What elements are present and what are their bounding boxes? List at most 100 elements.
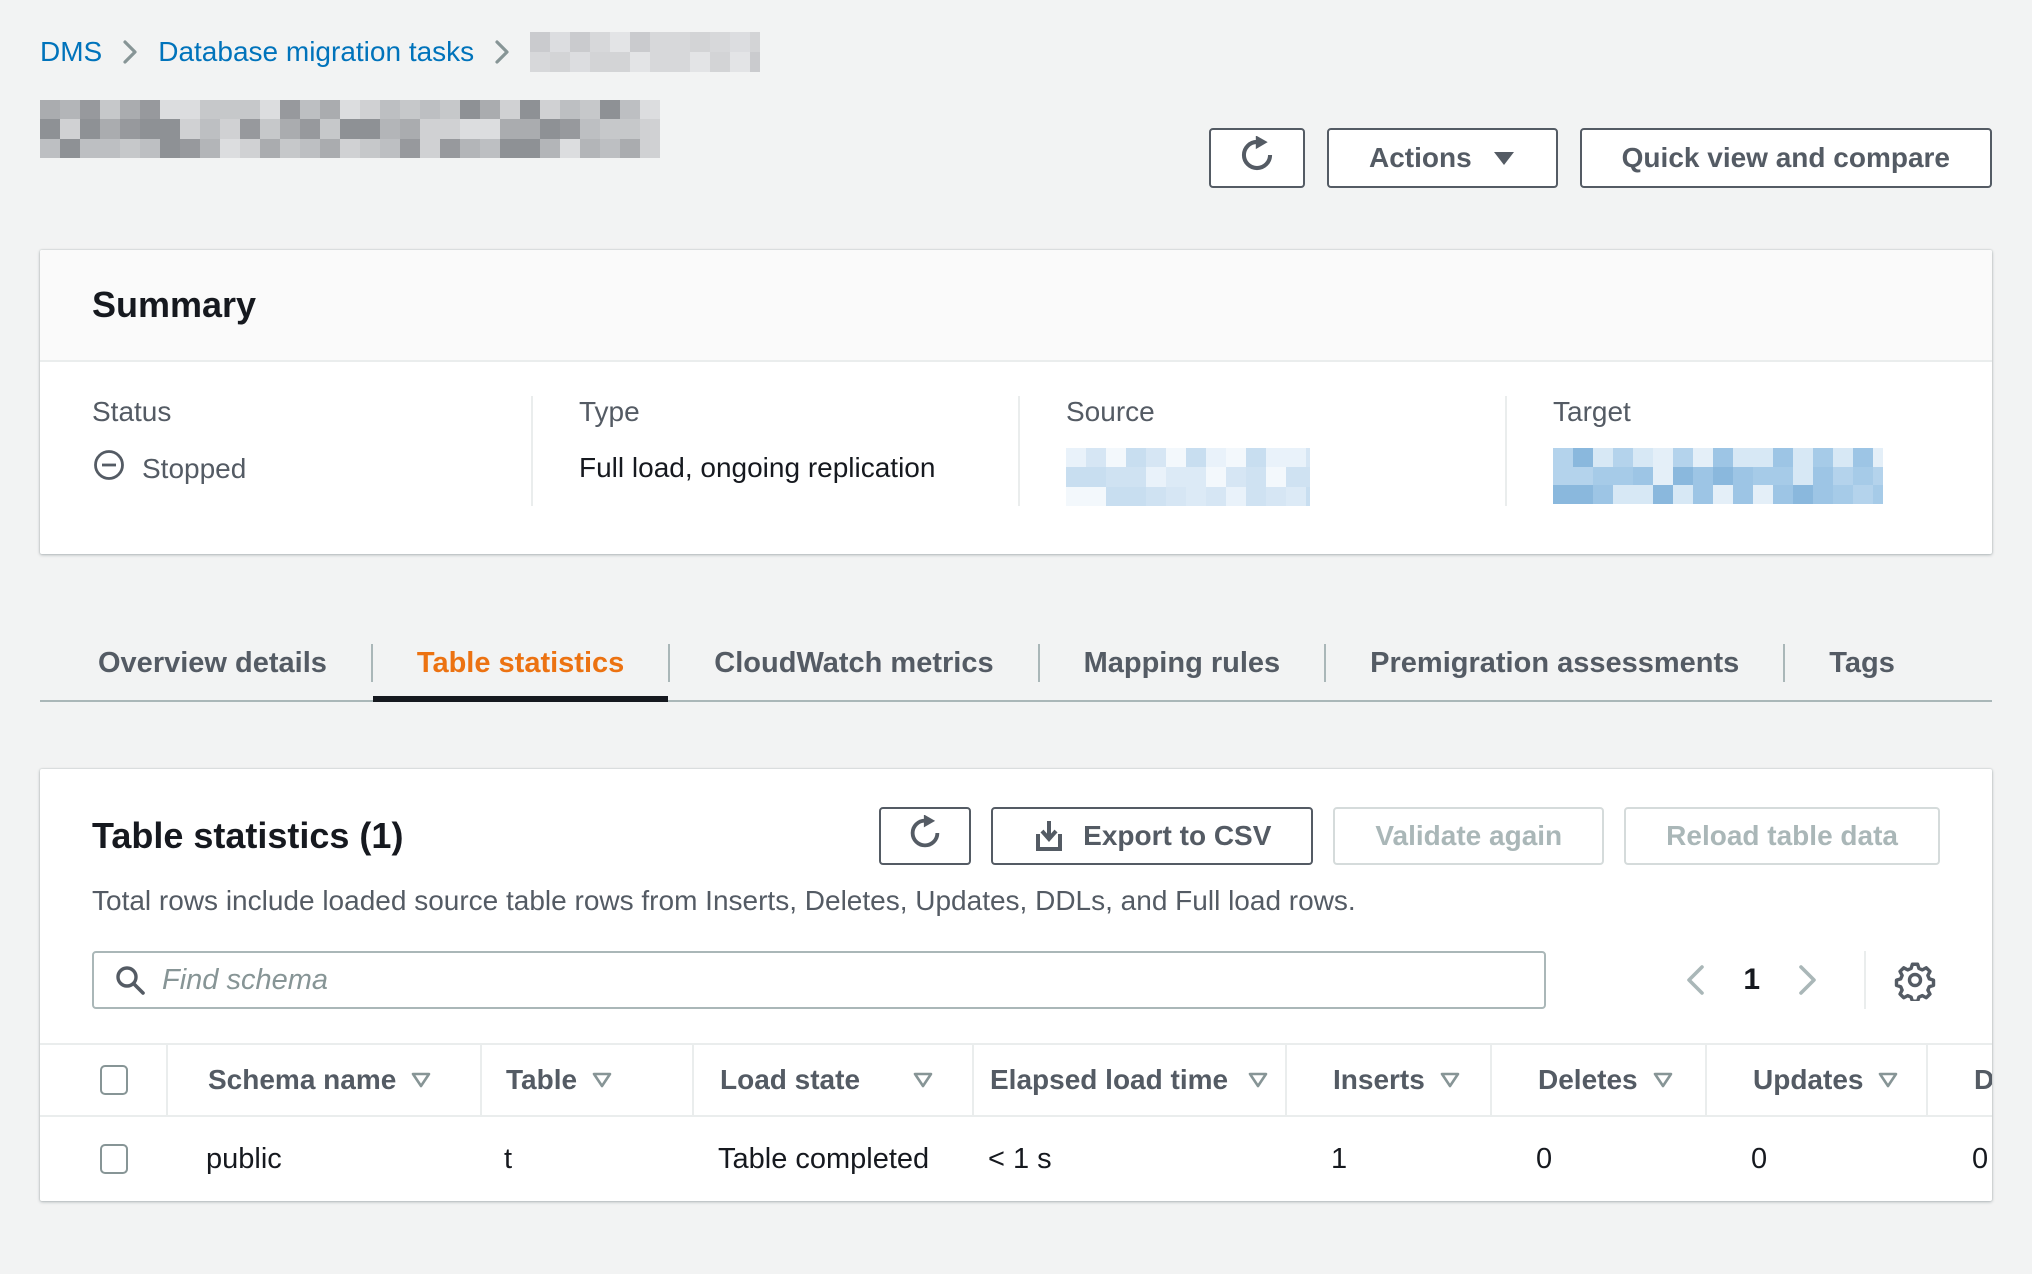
summary-panel-header: Summary — [40, 250, 1992, 362]
cell-deletes: 0 — [1490, 1117, 1705, 1201]
cell-updates: 0 — [1705, 1117, 1926, 1201]
cell-schema-name: public — [166, 1117, 480, 1201]
sort-icon — [1877, 1071, 1899, 1089]
cell-table: t — [480, 1117, 692, 1201]
actions-button[interactable]: Actions — [1327, 128, 1558, 188]
summary-source-column: Source — [1018, 396, 1505, 506]
summary-body: Status Stopped Type Full load, ongoing r… — [40, 362, 1992, 554]
page-header: Actions Quick view and compare — [40, 100, 1992, 188]
breadcrumb-task-name-redacted — [530, 32, 760, 72]
type-label: Type — [579, 396, 1018, 428]
tab-tags[interactable]: Tags — [1785, 626, 1939, 700]
select-all-checkbox[interactable] — [100, 1065, 128, 1095]
cell-inserts: 1 — [1285, 1117, 1490, 1201]
tab-cloudwatch-metrics[interactable]: CloudWatch metrics — [670, 626, 1037, 700]
actions-button-label: Actions — [1369, 142, 1472, 174]
tab-table-statistics[interactable]: Table statistics — [373, 626, 668, 700]
tab-label: Tags — [1829, 647, 1895, 680]
summary-type-column: Type Full load, ongoing replication — [531, 396, 1018, 506]
table-statistics-title: Table statistics (1) — [92, 815, 403, 857]
tab-label: CloudWatch metrics — [714, 647, 993, 680]
quick-view-compare-button[interactable]: Quick view and compare — [1580, 128, 1992, 188]
tab-premigration-assessments[interactable]: Premigration assessments — [1326, 626, 1783, 700]
stopped-status-icon — [92, 448, 126, 489]
column-label: D — [1974, 1064, 1992, 1096]
source-label: Source — [1066, 396, 1505, 428]
table-statistics-actions: Export to CSV Validate again Reload tabl… — [879, 807, 1940, 865]
column-label: Elapsed load time — [990, 1064, 1228, 1096]
summary-target-column: Target — [1505, 396, 1992, 506]
column-header-load-state[interactable]: Load state — [692, 1045, 972, 1115]
row-checkbox[interactable] — [100, 1144, 128, 1174]
sort-icon — [410, 1071, 432, 1089]
breadcrumb-tasks-link[interactable]: Database migration tasks — [158, 36, 474, 68]
sort-icon — [1652, 1071, 1674, 1089]
column-header-updates[interactable]: Updates — [1705, 1045, 1926, 1115]
column-header-schema-name[interactable]: Schema name — [166, 1045, 480, 1115]
sort-icon — [912, 1071, 934, 1089]
table-statistics-panel: Table statistics (1) Export to CSV — [40, 769, 1992, 1201]
column-label: Deletes — [1538, 1064, 1638, 1096]
table-row[interactable]: public t Table completed < 1 s 1 0 0 0 — [40, 1117, 1992, 1201]
target-label: Target — [1553, 396, 1992, 428]
page-title-redacted — [40, 100, 660, 158]
pagination-divider — [1864, 951, 1866, 1009]
table-header-row: Schema name Table Load state Elapsed loa… — [40, 1045, 1992, 1117]
summary-title: Summary — [92, 284, 1940, 326]
status-label: Status — [92, 396, 531, 428]
header-actions: Actions Quick view and compare — [1209, 128, 1992, 188]
table-refresh-button[interactable] — [879, 807, 971, 865]
breadcrumb-dms-link[interactable]: DMS — [40, 36, 102, 68]
refresh-button[interactable] — [1209, 128, 1305, 188]
sort-icon — [591, 1071, 613, 1089]
breadcrumb-chevron-icon — [122, 39, 138, 65]
type-value: Full load, ongoing replication — [579, 448, 1018, 488]
table-toolbar: 1 — [92, 951, 1940, 1009]
download-icon — [1033, 819, 1065, 853]
validate-again-button[interactable]: Validate again — [1333, 807, 1604, 865]
tab-overview-details[interactable]: Overview details — [54, 626, 371, 700]
dms-task-page: DMS Database migration tasks Actions — [0, 0, 2032, 1274]
settings-gear-icon[interactable] — [1890, 955, 1940, 1005]
column-label: Schema name — [208, 1064, 396, 1096]
sort-icon — [1247, 1071, 1269, 1089]
reload-table-data-button[interactable]: Reload table data — [1624, 807, 1940, 865]
column-header-table[interactable]: Table — [480, 1045, 692, 1115]
summary-panel: Summary Status Stopped Type Full load, o… — [40, 250, 1992, 554]
column-header-elapsed-load-time[interactable]: Elapsed load time — [972, 1045, 1285, 1115]
column-header-inserts[interactable]: Inserts — [1285, 1045, 1490, 1115]
refresh-icon — [907, 815, 943, 858]
refresh-icon — [1238, 136, 1276, 181]
pagination: 1 — [1667, 951, 1940, 1009]
current-page-number: 1 — [1723, 963, 1780, 997]
status-text: Stopped — [142, 453, 246, 485]
table-statistics-table: Schema name Table Load state Elapsed loa… — [40, 1043, 1992, 1201]
source-value-redacted — [1066, 448, 1310, 506]
previous-page-button[interactable] — [1667, 963, 1723, 997]
column-label: Load state — [720, 1064, 860, 1096]
schema-search — [92, 951, 1546, 1009]
find-schema-input[interactable] — [92, 951, 1546, 1009]
tab-bar: Overview details Table statistics CloudW… — [40, 626, 1992, 702]
breadcrumb-chevron-icon — [494, 39, 510, 65]
tab-label: Premigration assessments — [1370, 647, 1739, 680]
export-to-csv-label: Export to CSV — [1083, 820, 1271, 852]
sort-icon — [1439, 1071, 1461, 1089]
reload-table-data-label: Reload table data — [1666, 820, 1898, 852]
tab-label: Table statistics — [417, 647, 624, 680]
validate-again-label: Validate again — [1375, 820, 1562, 852]
breadcrumb: DMS Database migration tasks — [40, 0, 1992, 72]
column-header-ddls-clipped[interactable]: D — [1926, 1045, 1992, 1115]
column-header-deletes[interactable]: Deletes — [1490, 1045, 1705, 1115]
cell-elapsed-load-time: < 1 s — [972, 1117, 1285, 1201]
next-page-button[interactable] — [1780, 963, 1836, 997]
cell-load-state: Table completed — [692, 1117, 972, 1201]
tab-label: Mapping rules — [1084, 647, 1281, 680]
cell-ddls: 0 — [1926, 1117, 1992, 1201]
tab-mapping-rules[interactable]: Mapping rules — [1040, 626, 1325, 700]
export-to-csv-button[interactable]: Export to CSV — [991, 807, 1313, 865]
column-label: Table — [506, 1064, 577, 1096]
column-label: Inserts — [1333, 1064, 1425, 1096]
column-label: Updates — [1753, 1064, 1863, 1096]
tab-label: Overview details — [98, 647, 327, 680]
